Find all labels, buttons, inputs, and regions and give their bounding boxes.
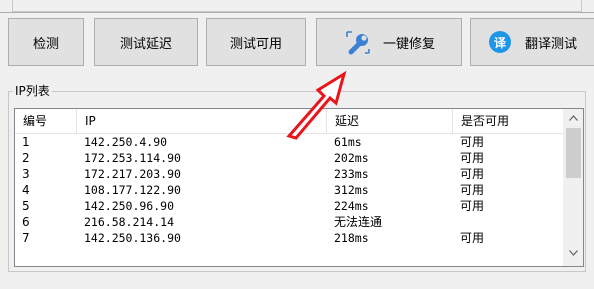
ip-list-rows: 1 142.250.4.90 61ms 可用 2 172.253.114.90 202ms 可… [15,134,564,246]
table-row[interactable]: 6 216.58.214.14 无法连通 [15,214,564,230]
test-available-button[interactable]: 测试可用 [206,18,306,66]
ip-list-header: 编号 IP 延迟 是否可用 [15,109,564,134]
test-available-button-label: 测试可用 [229,36,282,52]
translate-badge: 译 [489,31,511,53]
detect-button-label: 检测 [32,36,59,52]
cell-ip: 216.58.214.14 [84,215,175,229]
cell-latency: 233ms [334,167,369,181]
translate-icon: 译 [489,31,511,53]
cell-latency: 218ms [334,231,369,245]
cell-available: 可用 [460,183,485,197]
column-header-ip[interactable]: IP [77,109,327,133]
cell-number: 3 [22,167,30,181]
ip-list-group-title: IP列表 [15,84,50,98]
translate-test-button-label: 翻译测试 [525,36,578,52]
table-row[interactable]: 2 172.253.114.90 202ms 可用 [15,150,564,166]
cell-ip: 142.250.4.90 [84,135,168,149]
table-row[interactable]: 7 142.250.136.90 218ms 可用 [15,230,564,246]
column-header-available[interactable]: 是否可用 [453,109,564,133]
cell-number: 7 [22,231,30,245]
test-latency-button[interactable]: 测试延迟 [94,18,198,66]
cell-available [453,214,564,230]
cell-ip: 142.250.136.90 [84,231,181,245]
table-row[interactable]: 5 142.250.96.90 224ms 可用 [15,198,564,214]
top-panel-edge [0,0,594,13]
cell-available: 可用 [460,231,485,245]
cell-ip: 142.250.96.90 [84,199,175,213]
cell-available: 可用 [460,135,485,149]
table-row[interactable]: 3 172.217.203.90 233ms 可用 [15,166,564,182]
cell-available: 可用 [460,199,485,213]
cell-available: 可用 [460,167,485,181]
cell-latency: 无法连通 [334,215,383,229]
column-header-latency[interactable]: 延迟 [327,109,453,133]
cell-ip: 172.253.114.90 [84,151,181,165]
scroll-up-icon[interactable] [564,109,583,126]
cell-latency: 61ms [334,135,362,149]
scroll-thumb[interactable] [566,128,581,178]
wrench-icon [343,28,373,56]
cell-ip: 172.217.203.90 [84,167,181,181]
cell-number: 1 [22,135,30,149]
cell-available: 可用 [460,151,485,165]
one-click-fix-button-label: 一键修复 [382,36,435,52]
one-click-fix-button[interactable]: 一键修复 [316,18,462,66]
translate-test-button[interactable]: 译 翻译测试 [470,18,594,66]
detect-button[interactable]: 检测 [8,18,84,66]
test-latency-button-label: 测试延迟 [119,36,172,52]
vertical-scrollbar[interactable] [563,109,583,266]
table-row[interactable]: 4 108.177.122.90 312ms 可用 [15,182,564,198]
cell-number: 4 [22,183,30,197]
ip-list-view[interactable]: 编号 IP 延迟 是否可用 1 142.250.4.90 61ms 可用 2 172.25… [14,108,584,267]
cell-latency: 312ms [334,183,369,197]
cell-number: 2 [22,151,30,165]
cell-ip: 108.177.122.90 [84,183,181,197]
scroll-down-icon[interactable] [564,244,583,261]
cell-number: 6 [22,215,30,229]
window-bottom-edge [0,282,594,289]
table-row[interactable]: 1 142.250.4.90 61ms 可用 [15,134,564,150]
cell-number: 5 [22,199,30,213]
cell-latency: 224ms [334,199,369,213]
cell-latency: 202ms [334,151,369,165]
column-header-number[interactable]: 编号 [15,109,77,133]
